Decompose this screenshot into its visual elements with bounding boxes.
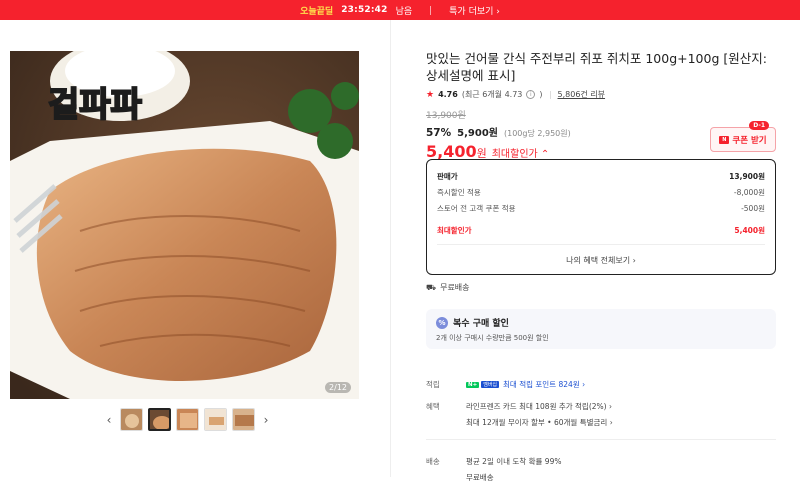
points-label: 적립 [426, 380, 440, 389]
multi-buy-title: 복수 구매 할인 [453, 319, 509, 329]
free-shipping-row: ⛟ 무료배송 [426, 282, 470, 293]
next-arrow-icon[interactable]: › [260, 413, 272, 427]
brand-logo-text: 겉파파 [48, 85, 142, 125]
benefits-row: 혜택 라인프렌즈 카드 최대 108원 추가 적립(2%) › 최대 12개월 … [426, 401, 613, 428]
row-label: 최대할인가 [437, 225, 472, 235]
product-info: 맛있는 건어물 간식 주전부리 쥐포 쥐치포 100g+100g [원산지: 상… [426, 50, 776, 482]
multi-buy-discount-card: % 복수 구매 할인 2개 이상 구매시 수량만큼 500원 할인 [426, 309, 776, 349]
product-title: 맛있는 건어물 간식 주전부리 쥐포 쥐치포 100g+100g [원산지: 상… [426, 51, 767, 83]
thumbnail[interactable] [232, 408, 255, 431]
thumbnail-active[interactable] [148, 408, 171, 431]
column-divider [390, 20, 391, 477]
row-value: 5,400원 [734, 225, 765, 235]
thumbnail[interactable] [120, 408, 143, 431]
jerky-photo: 겉파파 [10, 51, 359, 399]
row-label: 스토어 전 고객 쿠폰 적용 [437, 203, 516, 213]
breakdown-row: 즉시할인 적용 -8,000원 [437, 184, 765, 200]
breakdown-row: 판매가 13,900원 [437, 168, 765, 184]
delivery-label: 배송 [426, 457, 440, 466]
coupon-button[interactable]: D-1 N 쿠폰 받기 [710, 121, 776, 152]
max-points-link[interactable]: 최대 적립 포인트 824원 › [503, 379, 585, 390]
delivery-fee: 무료배송 [466, 473, 494, 482]
divider [549, 90, 551, 99]
more-deals-link[interactable]: 특가 더보기 › [449, 4, 500, 17]
card-benefit-link[interactable]: 라인프렌즈 카드 최대 108원 추가 적립(2%) › [466, 401, 613, 412]
countdown-suffix: 남음 [395, 6, 413, 17]
free-shipping-label: 무료배송 [440, 283, 470, 292]
installment-benefit-link[interactable]: 최대 12개월 무이자 할부 • 60개월 특별금리 › [466, 417, 613, 428]
max-discount-toggle[interactable]: 최대할인가 ⌃ [492, 145, 550, 160]
thumbnail[interactable] [176, 408, 199, 431]
product-gallery: 겉파파 2/12 ‹ › [10, 51, 359, 431]
divider [430, 5, 432, 15]
delivery-row: 배송 평균 2일 이내 도착 확률 99% 무료배송 [426, 456, 561, 483]
unit-price: (100g당 2,950원) [503, 129, 571, 138]
sale-price: 5,900원 [457, 128, 498, 139]
info-icon[interactable]: i [526, 90, 536, 99]
thumbnail-strip: ‹ › [10, 408, 359, 431]
coupon-icon: N [719, 135, 730, 144]
benefits-label: 혜택 [426, 402, 440, 411]
image-counter: 2/12 [325, 382, 351, 393]
recent-rating-close: ) [539, 90, 543, 99]
divider [437, 244, 765, 245]
row-value: 13,900원 [729, 171, 765, 181]
coupon-label: 쿠폰 받기 [732, 135, 767, 146]
npay-membership-badge: N+ 멤버십 [466, 379, 500, 390]
thumbnail[interactable] [204, 408, 227, 431]
recent-rating: (최근 6개월 4.73 [461, 90, 523, 99]
review-count-link[interactable]: 5,806건 리뷰 [558, 89, 606, 100]
truck-icon: ⛟ [426, 282, 437, 292]
today-deal-label: 오늘끝딜 [300, 6, 334, 17]
row-label: 즉시할인 적용 [437, 187, 481, 197]
view-all-benefits-link[interactable]: 나의 혜택 전체보기 › [437, 255, 765, 266]
price-breakdown-box: 판매가 13,900원 즉시할인 적용 -8,000원 스토어 전 고객 쿠폰 적용… [426, 159, 776, 275]
divider [426, 439, 776, 440]
breakdown-max-row: 최대할인가 5,400원 [437, 222, 765, 238]
membership-badge: 멤버십 [481, 381, 500, 388]
npay-icon: N+ [466, 381, 480, 388]
rating-score: 4.76 [438, 90, 458, 99]
discount-icon: % [436, 316, 448, 329]
original-price: 13,900원 [426, 111, 466, 121]
top-deal-bar: 오늘끝딜 23:52:42 남음 특가 더보기 › [0, 0, 800, 20]
row-value: -8,000원 [733, 187, 765, 197]
star-icon: ★ [426, 89, 435, 100]
coupon-dday-badge: D-1 [749, 121, 769, 130]
multi-buy-description: 2개 이상 구매시 수량만큼 500원 할인 [436, 334, 549, 342]
row-value: -500원 [741, 203, 765, 213]
delivery-eta: 평균 2일 이내 도착 확률 99% [466, 457, 562, 466]
discount-rate: 57% [426, 127, 452, 139]
deal-countdown: 23:52:42 [341, 5, 388, 15]
rating-row: ★ 4.76 (최근 6개월 4.73 i) 5,806건 리뷰 [426, 89, 776, 100]
prev-arrow-icon[interactable]: ‹ [103, 413, 115, 427]
points-row: 적립 N+ 멤버십 최대 적립 포인트 824원 › [426, 379, 585, 390]
row-label: 판매가 [437, 171, 458, 181]
product-main-image[interactable]: 겉파파 2/12 [10, 51, 359, 399]
breakdown-row: 스토어 전 고객 쿠폰 적용 -500원 [437, 200, 765, 216]
